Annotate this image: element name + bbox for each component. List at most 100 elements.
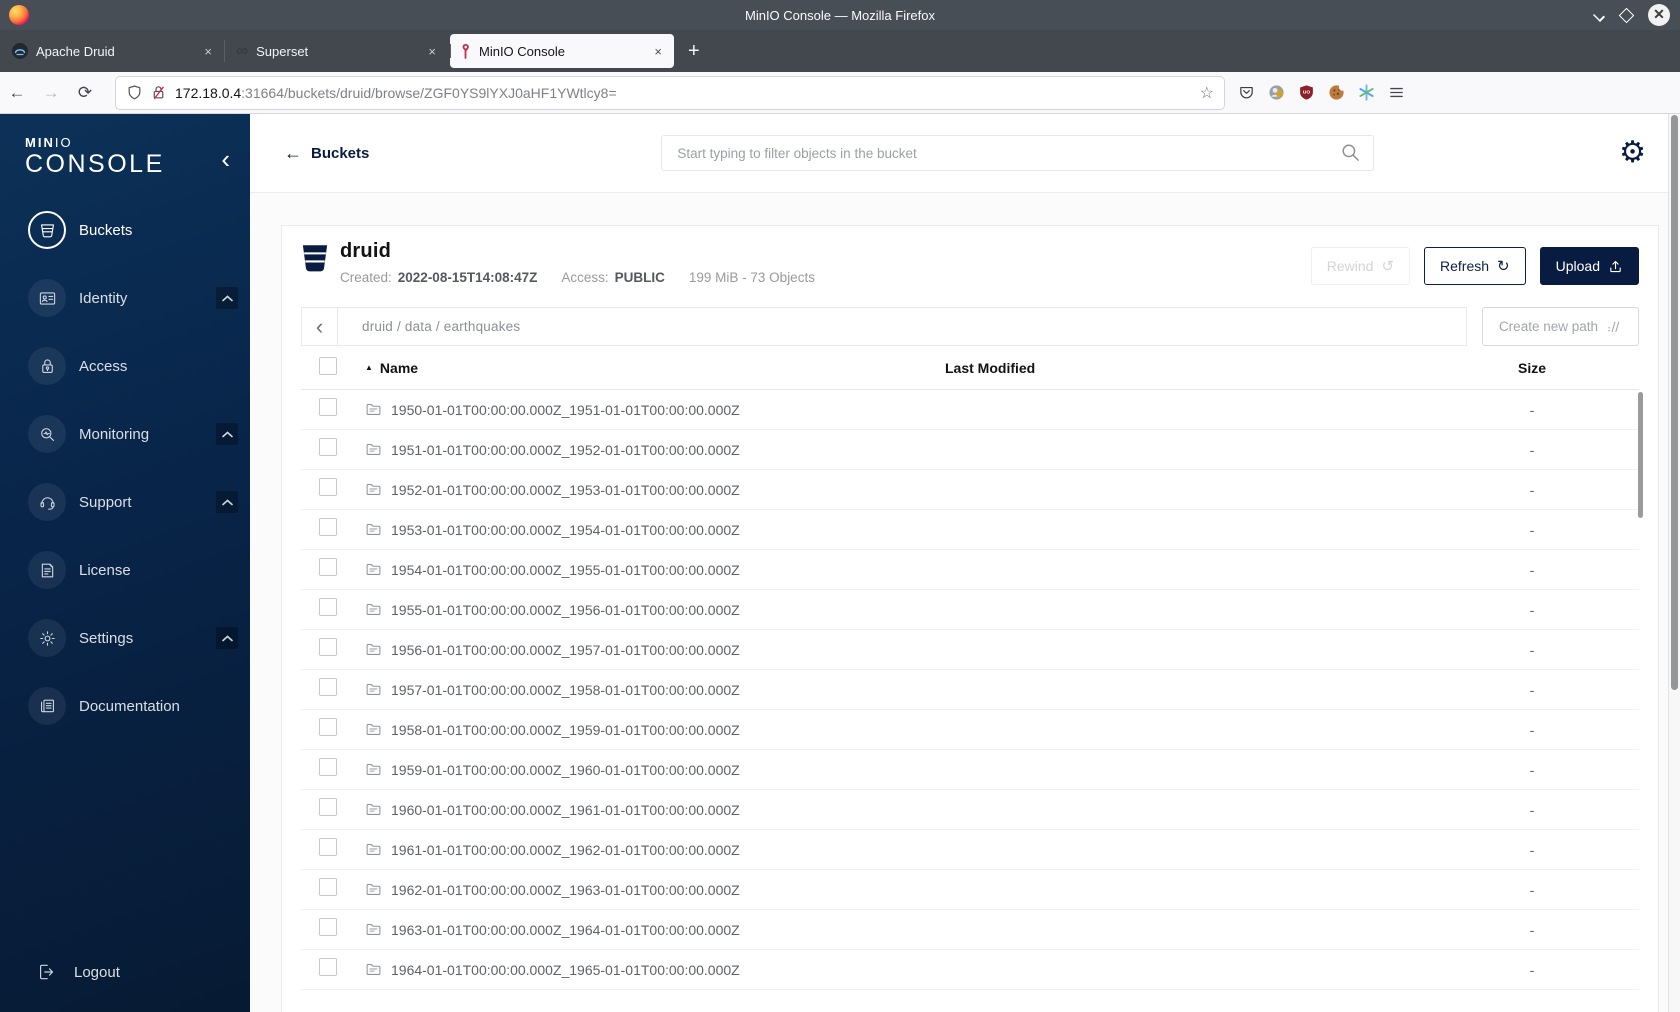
multi-account-extension-icon[interactable] [1358,84,1375,101]
minio-icon [462,44,469,59]
bookmark-star-icon[interactable]: ☆ [1200,83,1214,103]
create-new-path-button[interactable]: Create new path [1481,307,1639,346]
bucket-meta: Created: 2022-08-15T14:08:47Z Access: PU… [340,270,815,285]
close-button[interactable]: ✕ [1648,4,1670,26]
row-checkbox[interactable] [319,518,337,536]
row-checkbox[interactable] [319,878,337,896]
privacy-extension-icon[interactable] [1268,84,1285,101]
table-row[interactable]: 1951-01-01T00:00:00.000Z_1952-01-01T00:0… [301,430,1639,470]
sidebar-item-identity[interactable]: Identity [28,279,240,317]
row-checkbox[interactable] [319,398,337,416]
sidebar-item-settings[interactable]: Settings [28,619,240,657]
bucket-summary: 199 MiB - 73 Objects [688,270,815,285]
browser-scrollbar-thumb[interactable] [1671,115,1678,690]
table-row[interactable]: 1952-01-01T00:00:00.000Z_1953-01-01T00:0… [301,470,1639,510]
access-value: PUBLIC [614,270,665,285]
object-size: - [1529,801,1535,818]
browser-scrollbar[interactable] [1668,114,1680,1012]
tab-apache-druid[interactable]: Apache Druid × [0,30,224,72]
tab-superset[interactable]: ∞ Superset × [224,30,448,72]
column-header-last-modified[interactable]: Last Modified [945,360,1425,376]
sidebar-item-label: Buckets [79,221,133,239]
row-checkbox[interactable] [319,558,337,576]
object-name: 1958-01-01T00:00:00.000Z_1959-01-01T00:0… [391,721,740,738]
table-row[interactable]: 1960-01-01T00:00:00.000Z_1961-01-01T00:0… [301,790,1639,830]
tab-close-icon[interactable]: × [426,44,438,59]
table-row[interactable]: 1950-01-01T00:00:00.000Z_1951-01-01T00:0… [301,390,1639,430]
minimize-button[interactable] [1593,9,1605,21]
lock-insecure-icon[interactable] [150,84,167,101]
table-row[interactable]: 1953-01-01T00:00:00.000Z_1954-01-01T00:0… [301,510,1639,550]
row-checkbox[interactable] [319,718,337,736]
ublock-icon[interactable]: UO [1298,84,1315,101]
folder-icon [366,684,381,695]
row-checkbox[interactable] [319,598,337,616]
table-row[interactable]: 1956-01-01T00:00:00.000Z_1957-01-01T00:0… [301,630,1639,670]
rewind-button[interactable]: Rewind ↺ [1310,247,1411,285]
row-checkbox[interactable] [319,838,337,856]
row-checkbox[interactable] [319,798,337,816]
table-scrollbar-thumb[interactable] [1638,392,1643,518]
new-tab-button[interactable]: + [676,38,712,65]
table-row[interactable]: 1962-01-01T00:00:00.000Z_1963-01-01T00:0… [301,870,1639,910]
maximize-button[interactable] [1618,7,1635,23]
table-row[interactable]: 1954-01-01T00:00:00.000Z_1955-01-01T00:0… [301,550,1639,590]
sidebar-item-support[interactable]: Support [28,483,240,521]
shield-icon[interactable] [126,84,143,101]
sidebar-item-access[interactable]: Access [28,347,240,385]
create-path-label: Create new path [1498,319,1598,334]
upload-button[interactable]: Upload [1539,247,1639,285]
search-icon[interactable] [1340,142,1362,164]
filter-objects-input[interactable] [661,135,1375,171]
table-row[interactable]: 1964-01-01T00:00:00.000Z_1965-01-01T00:0… [301,950,1639,990]
menu-icon[interactable] [1388,84,1405,101]
row-checkbox[interactable] [319,478,337,496]
page-header: ← Buckets ⚙ [250,114,1680,193]
reload-icon[interactable]: ⟳ [68,83,102,103]
sort-asc-icon[interactable]: ▲ [365,363,373,372]
chevron-up-icon[interactable] [216,287,238,309]
table-row[interactable]: 1959-01-01T00:00:00.000Z_1960-01-01T00:0… [301,750,1639,790]
tab-close-icon[interactable]: × [202,44,214,59]
url-text: 172.18.0.4:31664/buckets/druid/browse/ZG… [175,85,1200,101]
back-icon[interactable]: ← [0,83,34,103]
select-all-checkbox[interactable] [319,357,337,375]
chevron-up-icon[interactable] [216,627,238,649]
url-field[interactable]: 172.18.0.4:31664/buckets/druid/browse/ZG… [116,76,1224,109]
row-checkbox[interactable] [319,958,337,976]
table-row[interactable]: 1963-01-01T00:00:00.000Z_1964-01-01T00:0… [301,910,1639,950]
column-header-size[interactable]: Size [1425,360,1639,376]
breadcrumb[interactable]: druid / data / earthquakes [362,319,520,334]
table-row[interactable]: 1955-01-01T00:00:00.000Z_1956-01-01T00:0… [301,590,1639,630]
row-checkbox[interactable] [319,438,337,456]
chevron-up-icon[interactable] [216,423,238,445]
folder-icon [366,484,381,495]
chevron-up-icon[interactable] [216,491,238,513]
tab-close-icon[interactable]: × [652,44,664,59]
sidebar-item-label: Identity [79,289,128,307]
row-checkbox[interactable] [319,638,337,656]
sidebar-item-monitoring[interactable]: Monitoring [28,415,240,453]
column-header-name[interactable]: Name [380,360,418,376]
table-row[interactable]: 1961-01-01T00:00:00.000Z_1962-01-01T00:0… [301,830,1639,870]
row-checkbox[interactable] [319,678,337,696]
table-row[interactable]: 1957-01-01T00:00:00.000Z_1958-01-01T00:0… [301,670,1639,710]
table-header-row: ▲ Name Last Modified Size [301,346,1639,390]
sidebar-collapse-icon[interactable]: ‹ [221,146,230,172]
back-to-buckets-link[interactable]: ← Buckets [284,143,369,164]
row-checkbox[interactable] [319,758,337,776]
sidebar-item-license[interactable]: License [28,551,240,589]
sidebar-item-logout[interactable]: Logout [36,962,240,982]
cookie-icon[interactable] [1328,84,1345,101]
sidebar-item-documentation[interactable]: Documentation [28,687,240,725]
sidebar-item-buckets[interactable]: Buckets [28,211,240,249]
forward-icon[interactable]: → [34,83,68,103]
table-row[interactable]: 1958-01-01T00:00:00.000Z_1959-01-01T00:0… [301,710,1639,750]
refresh-button[interactable]: Refresh ↻ [1424,247,1526,285]
settings-gear-icon[interactable]: ⚙ [1619,138,1646,168]
pocket-icon[interactable] [1238,84,1255,101]
object-size: - [1529,721,1535,738]
tab-minio-console[interactable]: MinIO Console × [450,34,674,68]
path-back-chevron-icon[interactable]: ‹ [302,308,338,345]
row-checkbox[interactable] [319,918,337,936]
